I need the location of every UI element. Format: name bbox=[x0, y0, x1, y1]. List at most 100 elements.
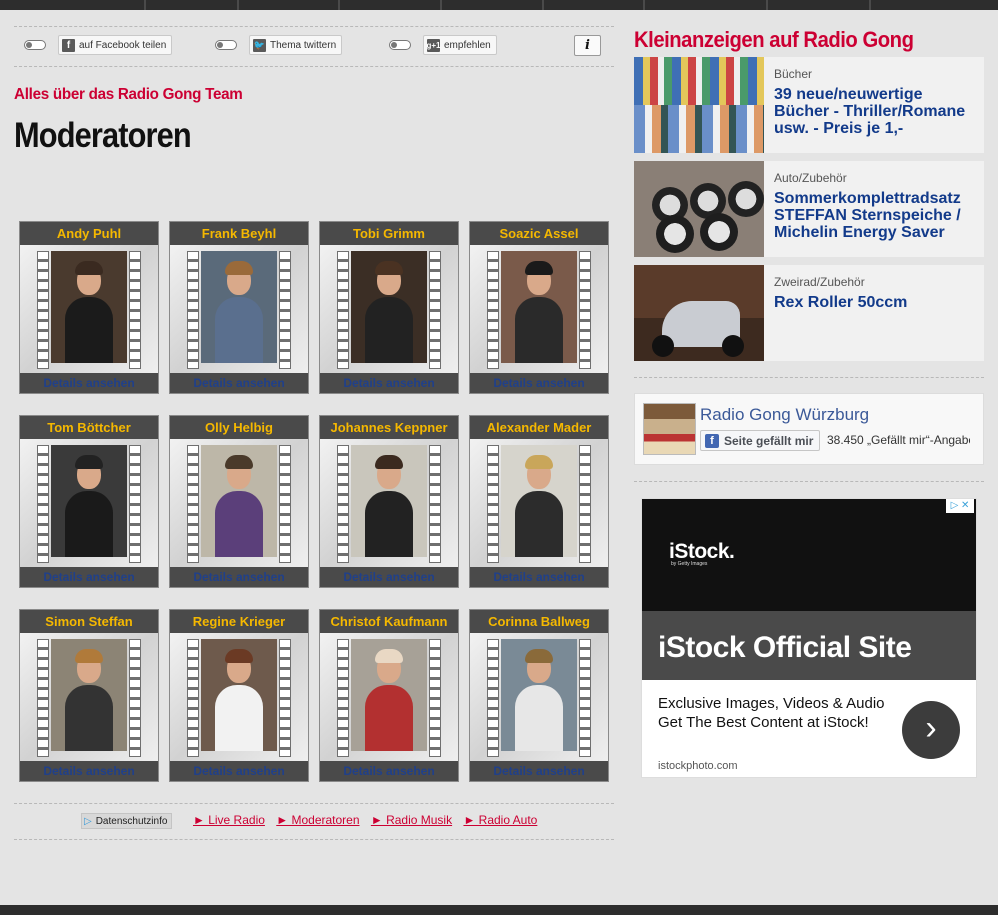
moderator-name[interactable]: Regine Krieger bbox=[170, 610, 308, 633]
istock-logo-sub: by Getty Images bbox=[671, 561, 708, 567]
moderator-photo[interactable] bbox=[201, 639, 277, 751]
twitter-privacy-toggle[interactable] bbox=[215, 40, 237, 50]
privacy-info-button[interactable]: ▷ Datenschutzinfo bbox=[81, 813, 173, 829]
details-link[interactable]: Details ansehen bbox=[170, 567, 308, 587]
details-link[interactable]: Details ansehen bbox=[170, 373, 308, 393]
classified-category: Auto/Zubehör bbox=[774, 171, 847, 185]
moderator-card[interactable]: Olly Helbig Details ansehen bbox=[169, 415, 309, 588]
classified-item[interactable]: Bücher 39 neue/neuwertige Bücher - Thril… bbox=[634, 57, 984, 153]
filmstrip-frame bbox=[470, 439, 608, 567]
arrow-right-icon[interactable]: › bbox=[902, 701, 960, 759]
details-link[interactable]: Details ansehen bbox=[470, 373, 608, 393]
moderator-name[interactable]: Olly Helbig bbox=[170, 416, 308, 439]
details-link[interactable]: Details ansehen bbox=[20, 567, 158, 587]
classified-image-wheels bbox=[634, 161, 764, 257]
moderator-photo[interactable] bbox=[201, 251, 277, 363]
divider bbox=[634, 481, 984, 482]
footer-link-radio-musik[interactable]: ► Radio Musik bbox=[371, 813, 452, 827]
classified-category: Zweirad/Zubehör bbox=[774, 275, 865, 289]
google-share-label: empfehlen bbox=[444, 39, 491, 51]
moderator-card[interactable]: Tobi Grimm Details ansehen bbox=[319, 221, 459, 394]
filmstrip-frame bbox=[320, 439, 458, 567]
facebook-like-button[interactable]: f Seite gefällt mir bbox=[700, 430, 821, 451]
moderator-photo[interactable] bbox=[351, 639, 427, 751]
bottom-bar bbox=[0, 905, 998, 915]
facebook-page-name[interactable]: Radio Gong Würzburg bbox=[700, 405, 869, 425]
classified-title[interactable]: Sommerkomplettradsatz STEFFAN Sternspeic… bbox=[774, 190, 979, 241]
moderator-name[interactable]: Frank Beyhl bbox=[170, 222, 308, 245]
filmstrip-frame bbox=[470, 245, 608, 373]
moderator-name[interactable]: Alexander Mader bbox=[470, 416, 608, 439]
nav-separator bbox=[237, 0, 239, 10]
filmstrip-frame bbox=[170, 439, 308, 567]
footer-link-moderatoren[interactable]: ► Moderatoren bbox=[276, 813, 359, 827]
moderator-card[interactable]: Andy Puhl Details ansehen bbox=[19, 221, 159, 394]
details-link[interactable]: Details ansehen bbox=[170, 761, 308, 781]
footer-link-radio-auto[interactable]: ► Radio Auto bbox=[463, 813, 537, 827]
moderator-photo[interactable] bbox=[501, 445, 577, 557]
moderator-card[interactable]: Soazic Assel Details ansehen bbox=[469, 221, 609, 394]
classified-item[interactable]: Zweirad/Zubehör Rex Roller 50ccm bbox=[634, 265, 984, 361]
classified-title[interactable]: Rex Roller 50ccm bbox=[774, 294, 979, 311]
moderator-name[interactable]: Corinna Ballweg bbox=[470, 610, 608, 633]
moderator-card[interactable]: Corinna Ballweg Details ansehen bbox=[469, 609, 609, 782]
details-link[interactable]: Details ansehen bbox=[20, 373, 158, 393]
divider bbox=[14, 839, 614, 840]
classified-image-books bbox=[634, 57, 764, 153]
moderator-card[interactable]: Tom Böttcher Details ansehen bbox=[19, 415, 159, 588]
moderator-photo[interactable] bbox=[51, 639, 127, 751]
details-link[interactable]: Details ansehen bbox=[320, 567, 458, 587]
moderator-name[interactable]: Andy Puhl bbox=[20, 222, 158, 245]
moderator-name[interactable]: Soazic Assel bbox=[470, 222, 608, 245]
moderator-card[interactable]: Simon Steffan Details ansehen bbox=[19, 609, 159, 782]
moderator-card[interactable]: Johannes Keppner Details ansehen bbox=[319, 415, 459, 588]
moderator-photo[interactable] bbox=[51, 445, 127, 557]
details-link[interactable]: Details ansehen bbox=[320, 761, 458, 781]
moderator-name[interactable]: Christof Kaufmann bbox=[320, 610, 458, 633]
facebook-icon: f bbox=[705, 433, 719, 448]
details-link[interactable]: Details ansehen bbox=[470, 761, 608, 781]
moderator-card[interactable]: Christof Kaufmann Details ansehen bbox=[319, 609, 459, 782]
divider bbox=[14, 803, 614, 804]
privacy-info-label: Datenschutzinfo bbox=[95, 815, 168, 827]
details-link[interactable]: Details ansehen bbox=[470, 567, 608, 587]
filmstrip-frame bbox=[170, 633, 308, 761]
classified-item[interactable]: Auto/Zubehör Sommerkomplettradsatz STEFF… bbox=[634, 161, 984, 257]
moderator-photo[interactable] bbox=[51, 251, 127, 363]
twitter-share-group: 🐦 Thema twittern bbox=[215, 35, 343, 55]
facebook-share-button[interactable]: f auf Facebook teilen bbox=[58, 35, 173, 55]
istock-advertisement[interactable]: iStock. by Getty Images ▷ ✕ iStock Offic… bbox=[641, 498, 977, 778]
divider bbox=[14, 66, 614, 67]
adchoices-icon[interactable]: ▷ ✕ bbox=[946, 499, 974, 513]
nav-separator bbox=[338, 0, 340, 10]
nav-separator bbox=[643, 0, 645, 10]
moderator-card[interactable]: Regine Krieger Details ansehen bbox=[169, 609, 309, 782]
moderator-photo[interactable] bbox=[351, 251, 427, 363]
moderator-name[interactable]: Simon Steffan bbox=[20, 610, 158, 633]
moderator-card[interactable]: Alexander Mader Details ansehen bbox=[469, 415, 609, 588]
facebook-share-label: auf Facebook teilen bbox=[79, 39, 167, 51]
nav-separator bbox=[144, 0, 146, 10]
moderator-photo[interactable] bbox=[501, 251, 577, 363]
facebook-share-group: f auf Facebook teilen bbox=[24, 35, 173, 55]
moderator-photo[interactable] bbox=[201, 445, 277, 557]
facebook-privacy-toggle[interactable] bbox=[24, 40, 46, 50]
google-privacy-toggle[interactable] bbox=[389, 40, 411, 50]
filmstrip-frame bbox=[320, 245, 458, 373]
facebook-page-thumbnail[interactable] bbox=[643, 403, 696, 455]
classified-title[interactable]: 39 neue/neuwertige Bücher - Thriller/Rom… bbox=[774, 86, 979, 137]
ad-headline[interactable]: iStock Official Site bbox=[658, 631, 912, 665]
moderator-photo[interactable] bbox=[501, 639, 577, 751]
moderator-name[interactable]: Johannes Keppner bbox=[320, 416, 458, 439]
details-link[interactable]: Details ansehen bbox=[20, 761, 158, 781]
moderator-card[interactable]: Frank Beyhl Details ansehen bbox=[169, 221, 309, 394]
moderator-photo[interactable] bbox=[351, 445, 427, 557]
details-link[interactable]: Details ansehen bbox=[320, 373, 458, 393]
info-button[interactable]: i bbox=[574, 35, 601, 56]
twitter-share-button[interactable]: 🐦 Thema twittern bbox=[249, 35, 343, 55]
google-share-button[interactable]: g+1 empfehlen bbox=[423, 35, 497, 55]
moderator-name[interactable]: Tom Böttcher bbox=[20, 416, 158, 439]
page-title: Moderatoren bbox=[14, 116, 192, 155]
moderator-name[interactable]: Tobi Grimm bbox=[320, 222, 458, 245]
footer-link-live-radio[interactable]: ► Live Radio bbox=[193, 813, 265, 827]
